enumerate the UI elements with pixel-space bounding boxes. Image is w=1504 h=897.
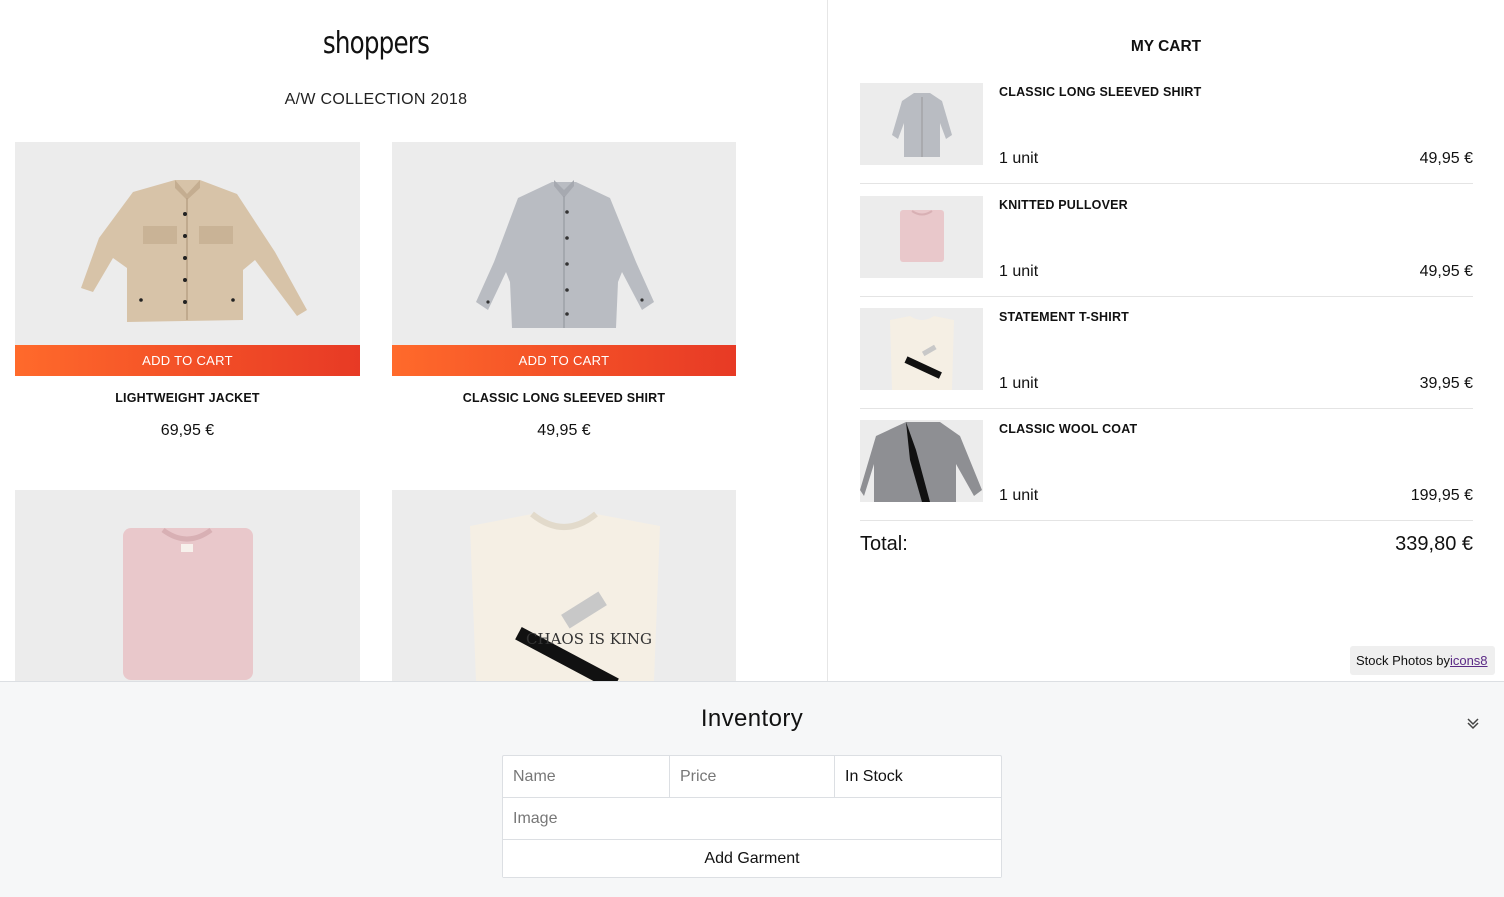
form-row (503, 798, 1001, 840)
double-chevron-down-icon[interactable] (1465, 715, 1481, 731)
cart-item-image (860, 196, 983, 278)
product-card: ADD TO CART CLASSIC LONG SLEEVED SHIRT 4… (392, 142, 736, 440)
credit-link[interactable]: icons8 (1450, 653, 1488, 668)
price-input[interactable] (670, 756, 835, 797)
add-garment-form: In Stock Add Garment (502, 755, 1002, 878)
total-label: Total: (860, 533, 908, 555)
inventory-panel: Inventory In Stock Add Garment (0, 681, 1504, 897)
product-price: 69,95 € (160, 422, 215, 439)
catalog: shoppers A/W COLLECTION 2018 ADD TO CART… (0, 0, 827, 681)
shirt-illustration (476, 180, 654, 328)
add-to-cart-button[interactable]: ADD TO CART (392, 345, 736, 376)
add-garment-button[interactable]: Add Garment (503, 840, 1001, 877)
cart-item-name: KNITTED PULLOVER (999, 198, 1128, 212)
name-input[interactable] (503, 756, 670, 797)
product-image-shirt (392, 142, 736, 345)
cart-item-quantity: 1 unit (999, 263, 1039, 280)
product-price: 49,95 € (537, 422, 591, 439)
cart-item-name: CLASSIC LONG SLEEVED SHIRT (999, 85, 1202, 99)
product-card (15, 490, 360, 681)
cart-item-image (860, 420, 983, 502)
cart-item-quantity: 1 unit (999, 150, 1039, 167)
image-input[interactable] (503, 798, 1001, 839)
product-name: CLASSIC LONG SLEEVED SHIRT (462, 391, 666, 405)
cart-item-name: CLASSIC WOOL COAT (999, 422, 1138, 436)
product-image-pullover (15, 490, 360, 681)
collection-title: A/W COLLECTION 2018 (284, 91, 468, 108)
product-image-tshirt: CHAOS IS KING (392, 490, 736, 681)
product-name: LIGHTWEIGHT JACKET (115, 391, 260, 405)
cart-item-price: 49,95 € (1419, 150, 1473, 167)
total-value: 339,80 € (1395, 533, 1473, 555)
stock-select[interactable]: In Stock (835, 756, 1001, 797)
cart-item: CLASSIC LONG SLEEVED SHIRT 1 unit 49,95 … (860, 83, 1473, 184)
tshirt-illustration: CHAOS IS KING (470, 511, 660, 681)
pullover-illustration (123, 527, 253, 680)
cart-title: MY CART (1130, 38, 1202, 55)
cart-item: STATEMENT T-SHIRT 1 unit 39,95 € (860, 308, 1473, 409)
cart-item-image (860, 83, 983, 165)
stock-photo-credit: Stock Photos byicons8 (1350, 646, 1495, 675)
brand-logo[interactable]: shoppers (68, 26, 685, 61)
product-card: ADD TO CART LIGHTWEIGHT JACKET 69,95 € (15, 142, 360, 440)
inventory-title: Inventory (700, 705, 804, 732)
form-row: In Stock (503, 756, 1001, 798)
jacket-illustration (81, 180, 307, 322)
cart-item-price: 49,95 € (1419, 263, 1473, 280)
cart-item-quantity: 1 unit (999, 375, 1039, 392)
credit-text: Stock Photos by (1356, 653, 1450, 668)
add-to-cart-button[interactable]: ADD TO CART (15, 345, 360, 376)
cart-item-image (860, 308, 983, 390)
cart-item-name: STATEMENT T-SHIRT (999, 310, 1130, 324)
product-card: CHAOS IS KING (392, 490, 736, 681)
cart-item-quantity: 1 unit (999, 487, 1039, 504)
cart-item-price: 199,95 € (1410, 487, 1473, 504)
cart-item-price: 39,95 € (1419, 375, 1473, 392)
product-image-jacket (15, 142, 360, 345)
cart-item: KNITTED PULLOVER 1 unit 49,95 € (860, 196, 1473, 297)
cart-item: CLASSIC WOOL COAT 1 unit 199,95 € (860, 420, 1473, 521)
cart-panel: MY CART CLASSIC LONG SLEEVED SHIRT 1 uni… (828, 0, 1504, 681)
tshirt-print-text: CHAOS IS KING (526, 630, 652, 648)
